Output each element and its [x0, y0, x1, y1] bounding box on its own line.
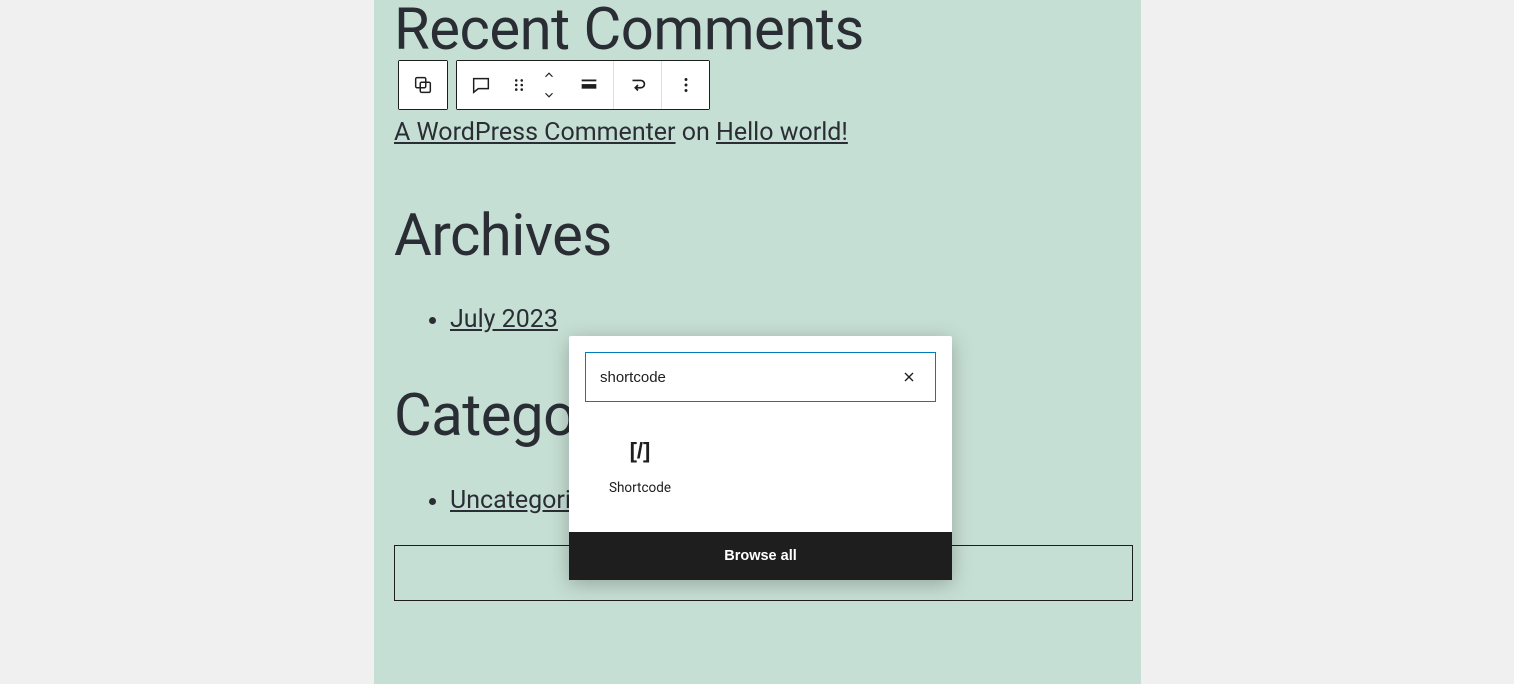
align-button[interactable]	[565, 61, 613, 109]
comment-sep: on	[676, 118, 716, 147]
chevron-down-icon	[542, 88, 556, 102]
chevron-up-icon	[542, 68, 556, 82]
block-type-button[interactable]	[457, 61, 505, 109]
block-toolbar	[398, 60, 710, 110]
block-mover	[533, 61, 565, 109]
archives-list: July 2023	[394, 305, 1121, 334]
inserter-search-wrap	[569, 336, 952, 418]
comments-icon	[470, 74, 492, 96]
clear-search-button[interactable]	[897, 365, 921, 389]
close-icon	[901, 369, 917, 385]
transform-button[interactable]	[613, 61, 661, 109]
archive-link[interactable]: July 2023	[450, 305, 558, 334]
shortcode-icon: [/]	[630, 438, 651, 464]
toolbar-group-parent	[398, 60, 448, 110]
list-item: July 2023	[450, 305, 1121, 334]
inserter-search-input[interactable]	[600, 369, 897, 386]
comment-post-link[interactable]: Hello world!	[716, 118, 848, 147]
heading-recent-comments: Recent Comments	[394, 0, 1121, 66]
transform-icon	[627, 74, 649, 96]
heading-archives: Archives	[394, 202, 1121, 270]
group-icon	[412, 74, 434, 96]
browse-all-button[interactable]: Browse all	[569, 532, 952, 580]
block-item-shortcode[interactable]: [/] Shortcode	[585, 426, 695, 508]
comment-author-link[interactable]: A WordPress Commenter	[394, 118, 676, 147]
move-down-button[interactable]	[533, 85, 565, 105]
inserter-results: [/] Shortcode	[569, 418, 952, 532]
more-vertical-icon	[675, 74, 697, 96]
drag-handle-button[interactable]	[505, 61, 533, 109]
move-up-button[interactable]	[533, 65, 565, 85]
more-options-button[interactable]	[661, 61, 709, 109]
drag-icon	[508, 74, 530, 96]
select-parent-button[interactable]	[399, 61, 447, 109]
toolbar-group-main	[456, 60, 710, 110]
align-icon	[578, 74, 600, 96]
recent-comment-item: A WordPress Commenter on Hello world!	[394, 118, 1121, 147]
inserter-search	[585, 352, 936, 402]
block-item-label: Shortcode	[609, 480, 671, 496]
block-inserter-popover: [/] Shortcode Browse all	[569, 336, 952, 580]
